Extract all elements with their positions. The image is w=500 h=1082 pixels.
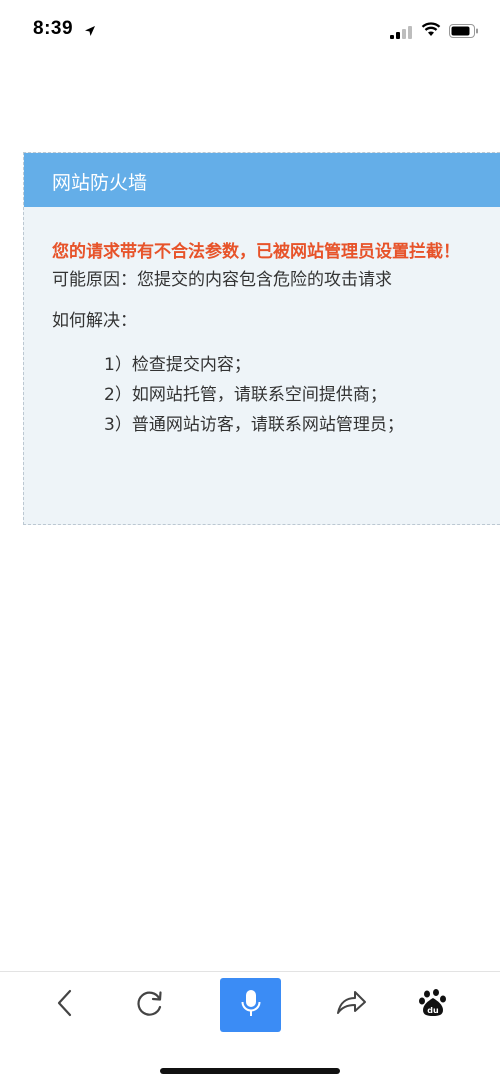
status-bar: 8:39 <box>0 0 500 62</box>
voice-search-button[interactable] <box>220 978 281 1032</box>
panel-header: 网站防火墙 <box>24 153 500 207</box>
back-button[interactable] <box>34 978 96 1032</box>
panel-title: 网站防火墙 <box>52 172 148 194</box>
battery-icon <box>449 23 479 42</box>
status-time: 8:39 <box>33 18 74 39</box>
resolution-step: 2）如网站托管，请联系空间提供商； <box>104 385 387 405</box>
resolution-step: 1）检查提交内容； <box>104 355 251 375</box>
refresh-button[interactable] <box>119 978 181 1032</box>
refresh-icon <box>135 988 165 1022</box>
share-button[interactable] <box>320 978 382 1032</box>
baidu-logo-text: du <box>427 1006 439 1015</box>
possible-reason: 可能原因：您提交的内容包含危险的攻击请求 <box>52 270 392 290</box>
resolution-steps: 1）检查提交内容； 2）如网站托管，请联系空间提供商； 3）普通网站访客，请联系… <box>104 351 404 441</box>
back-icon <box>55 988 75 1022</box>
share-icon <box>335 989 367 1021</box>
resolution-step: 3）普通网站访客，请联系网站管理员； <box>104 415 404 435</box>
baidu-home-button[interactable]: du <box>402 978 464 1032</box>
baidu-paw-icon: du <box>418 988 448 1022</box>
microphone-icon <box>240 988 262 1022</box>
block-alert-message: 您的请求带有不合法参数，已被网站管理员设置拦截！ <box>52 242 460 262</box>
wifi-icon <box>421 22 441 41</box>
location-arrow-icon <box>84 22 96 41</box>
browser-toolbar: du <box>0 971 500 1082</box>
home-indicator[interactable] <box>160 1068 340 1074</box>
signal-icon <box>390 24 412 43</box>
firewall-panel: 网站防火墙 您的请求带有不合法参数，已被网站管理员设置拦截！ 可能原因：您提交的… <box>23 152 500 525</box>
how-to-resolve-label: 如何解决： <box>52 311 137 331</box>
